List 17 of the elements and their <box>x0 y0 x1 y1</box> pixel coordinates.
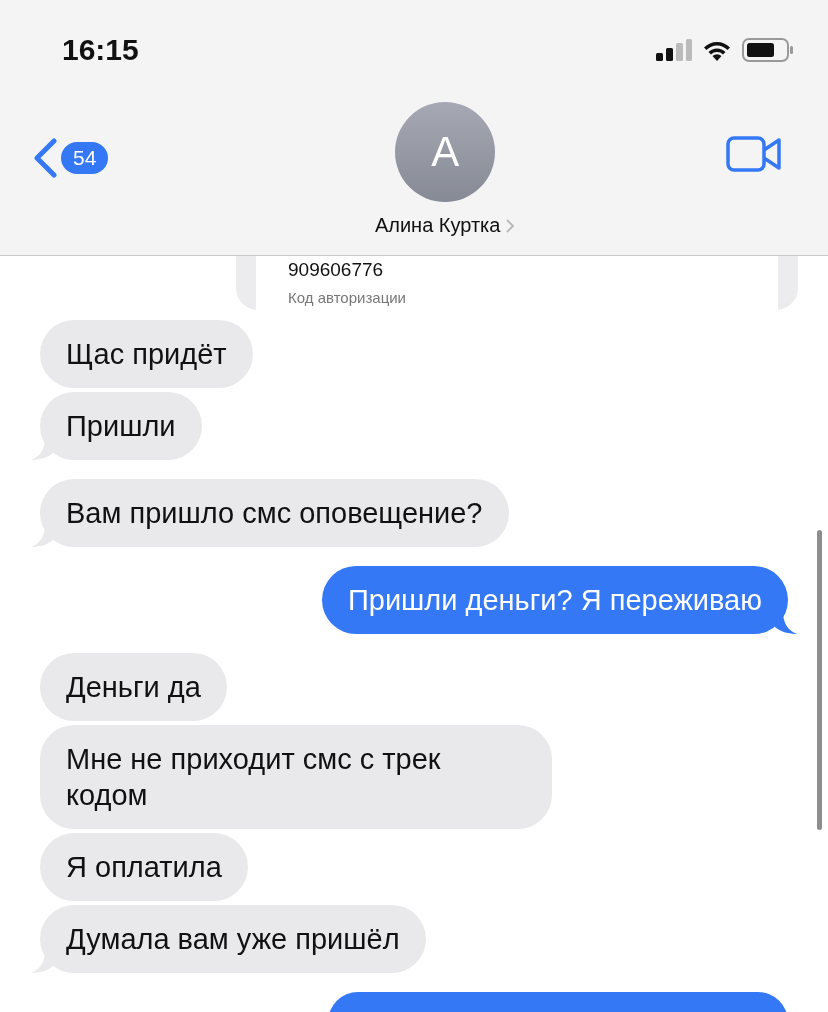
signal-icon <box>656 39 692 61</box>
battery-icon <box>742 38 794 62</box>
card-caption: Код авторизации <box>288 289 407 306</box>
incoming-message: Щас придёт <box>40 320 253 388</box>
incoming-message: Мне не приходит смс с трек кодом <box>40 725 552 829</box>
incoming-message: Я оплатила <box>40 833 248 901</box>
back-button[interactable]: 54 <box>32 138 109 178</box>
contact-name[interactable]: Алина Куртка <box>374 214 516 237</box>
contact-avatar[interactable]: А <box>395 102 496 202</box>
card-number: 909606776 <box>288 259 385 281</box>
chevron-left-icon <box>32 138 58 178</box>
video-camera-icon[interactable] <box>726 136 782 172</box>
chevron-right-icon <box>505 217 516 234</box>
wifi-icon <box>702 39 732 61</box>
incoming-message: Деньги да <box>40 653 227 721</box>
status-time: 16:15 <box>62 33 139 67</box>
unread-count-badge: 54 <box>61 142 109 174</box>
